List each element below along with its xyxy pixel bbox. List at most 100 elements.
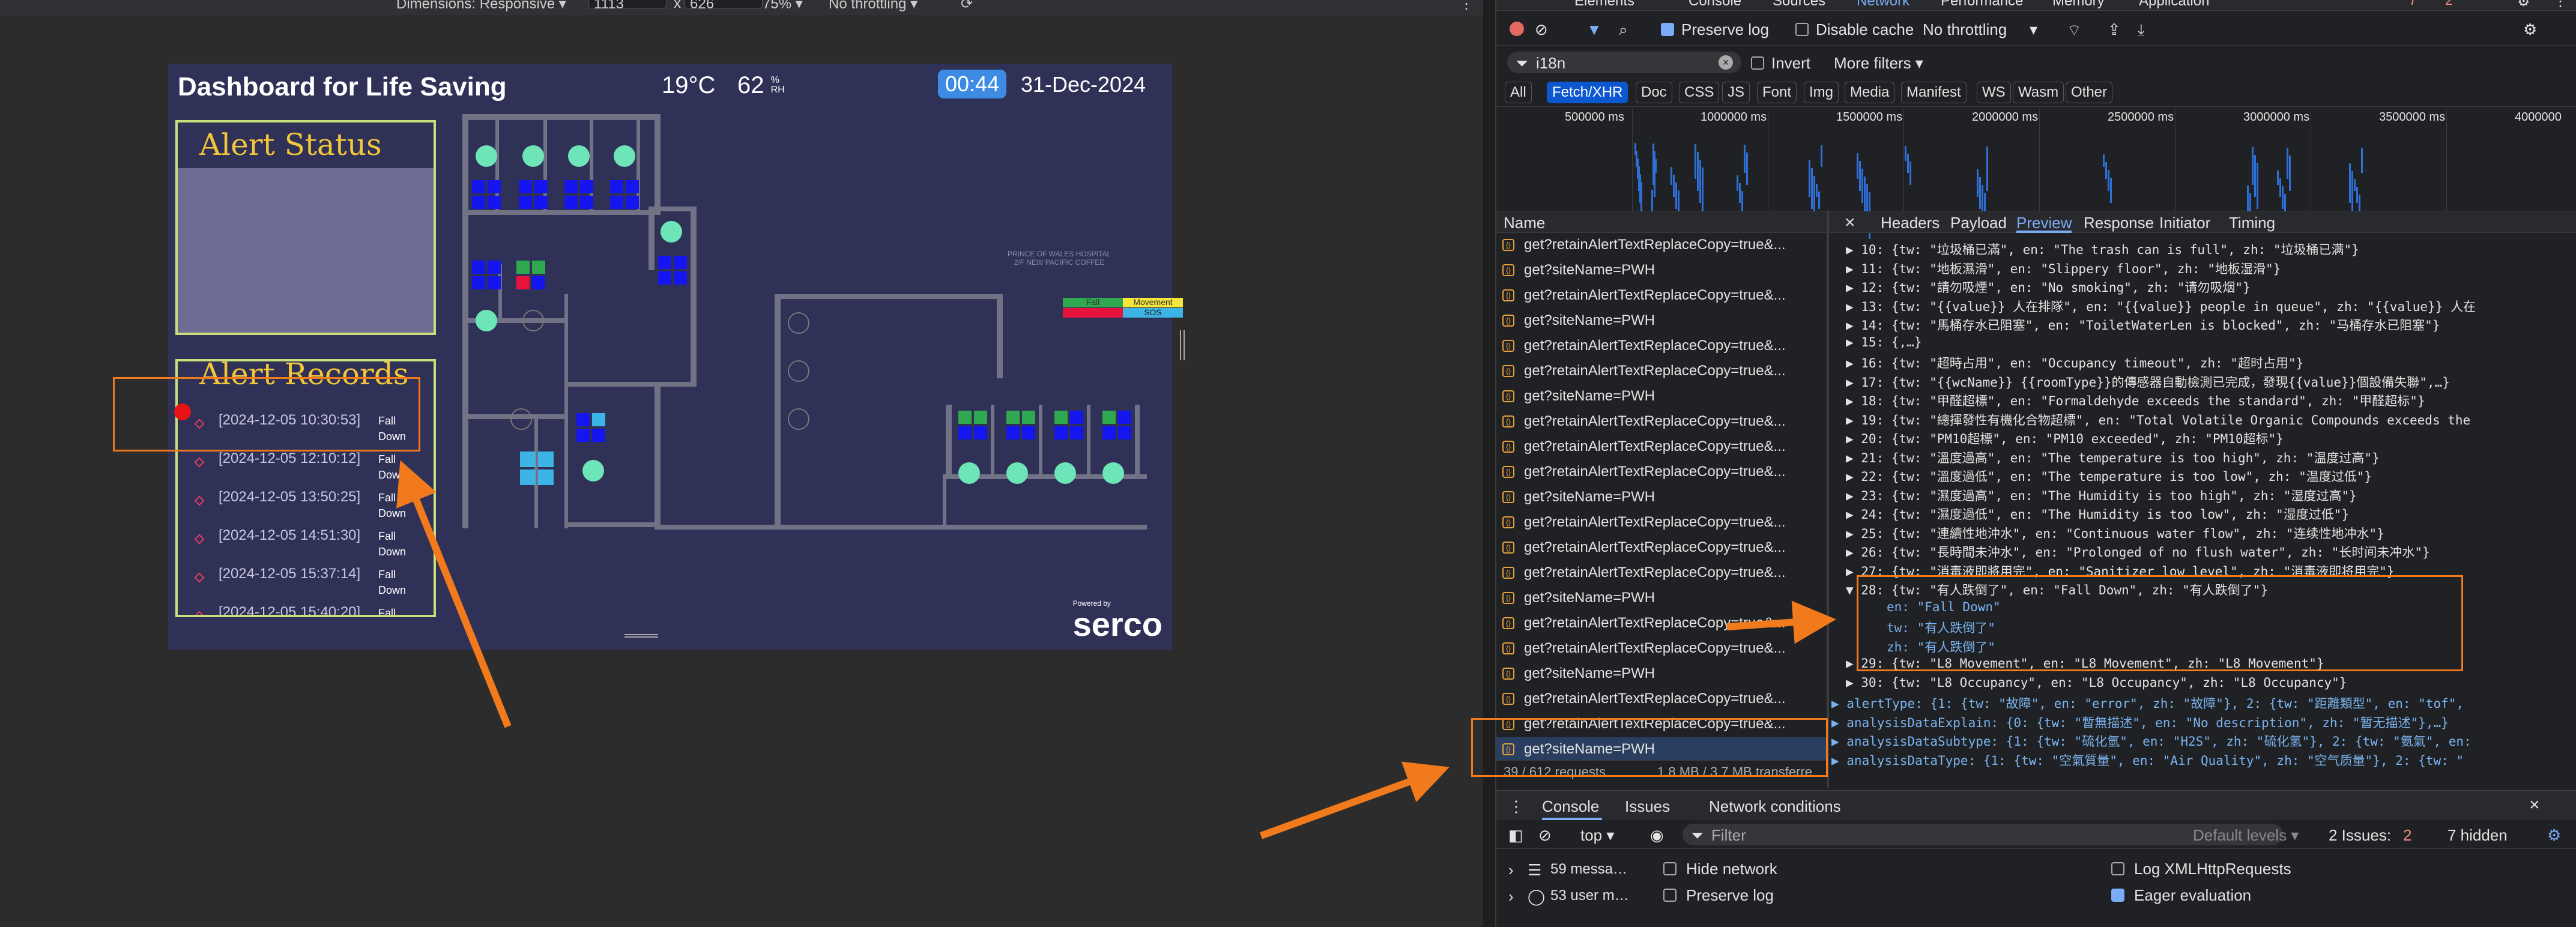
context-select[interactable]: top ▾ <box>1580 826 1614 845</box>
warn-count[interactable]: 2 <box>2445 0 2452 8</box>
hide-network-checkbox[interactable] <box>1663 862 1677 875</box>
type-other[interactable]: Other <box>2066 82 2113 103</box>
filter-input[interactable]: ⏷ i18n × <box>1507 52 1741 73</box>
issues-label[interactable]: 2 Issues: <box>2329 826 2391 845</box>
filter-icon[interactable]: ▼ <box>1586 20 1602 39</box>
disable-cache-checkbox[interactable] <box>1795 23 1809 36</box>
preserve-log-console-checkbox[interactable] <box>1663 889 1677 902</box>
preview-line[interactable]: ▶ 13: {tw: "{{value}} 人在排隊", en: "{{valu… <box>1846 297 2476 318</box>
invert-checkbox[interactable] <box>1751 56 1764 70</box>
detail-tab-payload[interactable]: Payload <box>1950 214 2007 232</box>
tab-network[interactable]: Network <box>1857 0 1909 10</box>
name-column-header[interactable]: Name <box>1504 214 1545 232</box>
drawer-tab-console[interactable]: Console <box>1542 797 1599 816</box>
type-media[interactable]: Media <box>1845 82 1895 103</box>
type-all[interactable]: All <box>1505 82 1532 103</box>
request-row[interactable]: {} get?retainAlertTextReplaceCopy=true&..… <box>1496 359 1827 384</box>
preview-line[interactable]: ▶ 14: {tw: "馬桶存水已阻塞", en: "ToiletWaterLe… <box>1846 316 2440 336</box>
clear-icon[interactable]: ⊘ <box>1535 20 1548 39</box>
more-filters-dropdown[interactable]: More filters ▾ <box>1834 54 1923 73</box>
default-levels-dropdown[interactable]: Default levels ▾ <box>2193 826 2299 845</box>
tab-console[interactable]: Console <box>1689 0 1741 10</box>
tab-elements[interactable]: Elements <box>1574 0 1634 10</box>
network-settings-icon[interactable]: ⚙ <box>2523 20 2537 39</box>
download-icon[interactable]: ⤓ <box>2138 20 2145 40</box>
eye-icon[interactable]: ◉ <box>1650 826 1664 845</box>
error-count[interactable]: 7 <box>2409 0 2416 8</box>
drawer-tab-issues[interactable]: Issues <box>1625 797 1670 816</box>
preview-line[interactable]: ▶ 21: {tw: "溫度過高", en: "The temperature … <box>1846 448 2380 469</box>
preserve-log-checkbox[interactable] <box>1661 23 1674 36</box>
request-row[interactable]: {} get?retainAlertTextReplaceCopy=true&..… <box>1496 510 1827 536</box>
type-fetch-xhr[interactable]: Fetch/XHR <box>1547 82 1628 103</box>
console-settings-icon[interactable]: ⚙ <box>2547 826 2561 845</box>
expand-arrow-icon[interactable]: › <box>1508 887 1514 906</box>
preview-line[interactable]: ▶ analysisDataType: {1: {tw: "空氣質量", en:… <box>1831 751 2464 769</box>
preview-line[interactable]: ▶ analysisDataExplain: {0: {tw: "暫無描述", … <box>1831 713 2449 734</box>
request-row[interactable]: {} get?siteName=PWH <box>1496 384 1827 409</box>
detail-tab-headers[interactable]: Headers <box>1881 214 1940 232</box>
type-font[interactable]: Font <box>1757 82 1797 103</box>
preview-line[interactable]: ▶ 25: {tw: "連續性地沖水", en: "Continuous wat… <box>1846 524 2384 545</box>
preview-line[interactable]: ▶ analysisDataSubtype: {1: {tw: "硫化氫", e… <box>1831 732 2472 752</box>
request-row[interactable]: {} get?siteName=PWH <box>1496 485 1827 510</box>
preview-line[interactable]: ▶ 12: {tw: "請勿吸煙", en: "No smoking", zh:… <box>1846 278 2251 298</box>
preview-line[interactable]: ▶ 16: {tw: "超時占用", en: "Occupancy timeou… <box>1846 354 2303 374</box>
preview-line[interactable]: ▶ 26: {tw: "長時間未沖水", en: "Prolonged of n… <box>1846 543 2430 563</box>
preview-line[interactable]: ▶ 15: {,…} <box>1846 335 1921 355</box>
issues-count[interactable]: 2 <box>2403 826 2411 845</box>
clear-filter-icon[interactable]: × <box>1719 55 1733 70</box>
type-css[interactable]: CSS <box>1679 82 1720 103</box>
drawer-tab-network-conditions[interactable]: Network conditions <box>1709 797 1841 816</box>
tab-performance[interactable]: Performance <box>1941 0 2023 10</box>
request-row[interactable]: {} get?retainAlertTextReplaceCopy=true&..… <box>1496 460 1827 485</box>
request-row[interactable]: {} get?retainAlertTextReplaceCopy=true&..… <box>1496 611 1827 636</box>
eager-evaluation-checkbox[interactable] <box>2111 889 2124 902</box>
expand-arrow-icon[interactable]: › <box>1508 861 1514 880</box>
preview-line[interactable]: ▶ 30: {tw: "L8 Occupancy", en: "L8 Occup… <box>1846 675 2347 696</box>
request-row[interactable]: {} get?retainAlertTextReplaceCopy=true&..… <box>1496 233 1827 258</box>
timeline-overview[interactable]: 500000 ms 1000000 ms 1500000 ms 2000000 ms 2… <box>1496 109 2576 239</box>
type-manifest[interactable]: Manifest <box>1901 82 1967 103</box>
request-row[interactable]: {} get?siteName=PWH <box>1496 309 1827 334</box>
chevron-down-icon[interactable]: ▾ <box>2030 20 2037 39</box>
drawer-menu-icon[interactable]: ⋮ <box>1508 797 1524 816</box>
request-row[interactable]: {} get?retainAlertTextReplaceCopy=true&..… <box>1496 435 1827 460</box>
wifi-icon[interactable]: ⌔ <box>2067 20 2081 40</box>
request-row[interactable]: {} get?siteName=PWH <box>1496 586 1827 611</box>
request-row[interactable]: {} get?retainAlertTextReplaceCopy=true&..… <box>1496 536 1827 561</box>
preview-line[interactable]: ▶ 19: {tw: "總揮發性有機化合物超標", en: "Total Vol… <box>1846 411 2470 431</box>
detail-tab-timing[interactable]: Timing <box>2229 214 2275 232</box>
request-row[interactable]: {} get?siteName=PWH <box>1496 258 1827 283</box>
preview-line[interactable]: ▶ 20: {tw: "PM10超標", en: "PM10 exceeded"… <box>1846 429 2284 450</box>
type-ws[interactable]: WS <box>1977 82 2011 103</box>
preview-line[interactable]: ▶ 24: {tw: "濕度過低", en: "The Humidity is … <box>1846 505 2349 525</box>
preview-line[interactable]: ▶ 22: {tw: "溫度過低", en: "The temperature … <box>1846 467 2372 488</box>
preview-line[interactable]: ▶ 18: {tw: "甲醛超標", en: "Formaldehyde exc… <box>1846 391 2425 412</box>
preview-line[interactable]: ▶ 11: {tw: "地板濕滑", en: "Slippery floor",… <box>1846 259 2281 280</box>
preview-line[interactable]: ▶ 10: {tw: "垃圾桶已滿", en: "The trash can i… <box>1846 240 2359 261</box>
type-doc[interactable]: Doc <box>1636 82 1672 103</box>
request-row[interactable]: {} get?retainAlertTextReplaceCopy=true&..… <box>1496 687 1827 712</box>
tab-sources[interactable]: Sources <box>1773 0 1825 10</box>
close-drawer-icon[interactable]: × <box>2529 795 2540 815</box>
tab-application[interactable]: Application <box>2139 0 2209 10</box>
preview-line[interactable]: ▶ 17: {tw: "{{wcName}} {{roomType}}的傳感器自… <box>1846 373 2450 393</box>
detail-tab-initiator[interactable]: Initiator <box>2159 214 2210 232</box>
request-row[interactable]: {} get?retainAlertTextReplaceCopy=true&..… <box>1496 636 1827 662</box>
request-row[interactable]: {} get?retainAlertTextReplaceCopy=true&..… <box>1496 334 1827 359</box>
request-row[interactable]: {} get?retainAlertTextReplaceCopy=true&..… <box>1496 561 1827 586</box>
viewport-resize-handle[interactable] <box>1180 330 1185 360</box>
request-row[interactable]: {} get?retainAlertTextReplaceCopy=true&..… <box>1496 409 1827 435</box>
upload-icon[interactable]: ⇪ <box>2108 20 2121 39</box>
console-clear-icon[interactable]: ⊘ <box>1538 826 1552 845</box>
sidebar-messages[interactable]: 59 messa… <box>1550 861 1627 878</box>
settings-icon[interactable]: ⚙ <box>2517 0 2530 10</box>
detail-tab-preview[interactable]: Preview <box>2016 214 2072 232</box>
type-wasm[interactable]: Wasm <box>2013 82 2064 103</box>
search-icon[interactable]: ⌕ <box>1619 20 1628 40</box>
type-img[interactable]: Img <box>1804 82 1839 103</box>
more-icon[interactable]: ⋮ <box>2553 0 2568 10</box>
record-icon[interactable] <box>1510 22 1524 36</box>
sidebar-toggle-icon[interactable]: ◧ <box>1508 826 1523 845</box>
